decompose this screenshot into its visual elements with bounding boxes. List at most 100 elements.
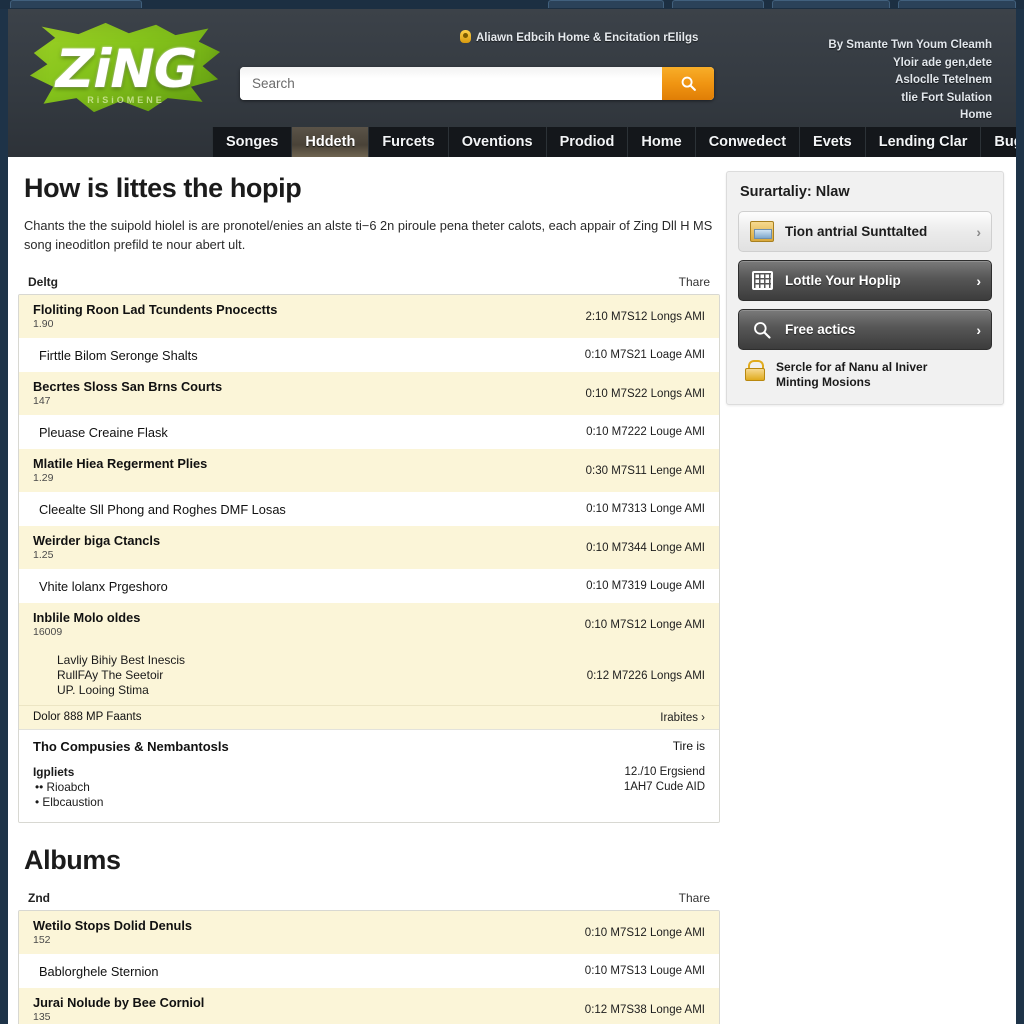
row-line: Lavliy Bihiy Best Inescis bbox=[57, 653, 186, 667]
songs-list-header-right: Thare bbox=[678, 275, 710, 289]
browser-tab[interactable] bbox=[548, 0, 664, 8]
albums-list-header-right: Thare bbox=[678, 891, 710, 905]
browser-tab[interactable] bbox=[772, 0, 890, 8]
nav-item-conwedect[interactable]: Conwedect bbox=[696, 127, 801, 157]
sidebar-button-free-actics[interactable]: Free actics › bbox=[738, 309, 992, 350]
sidebar-note-line-1: Sercle for af Nanu al Iniver bbox=[776, 360, 928, 374]
browser-tab[interactable] bbox=[672, 0, 764, 8]
sidebar-button-tion-antrial-sunttalted[interactable]: Tion antrial Sunttalted › bbox=[738, 211, 992, 252]
table-row-multiline[interactable]: Lavliy Bihiy Best Inescis RullFAy The Se… bbox=[19, 646, 719, 705]
row-title: Jurai Nolude by Bee Corniol bbox=[33, 995, 205, 1010]
nav-item-evets[interactable]: Evets bbox=[800, 127, 866, 157]
row-meta: 2:10 M7S12 Longs AMI bbox=[585, 310, 705, 323]
site-logo[interactable]: ZiNG RiSiOMENE bbox=[22, 15, 230, 123]
table-row[interactable]: Becrtes Sloss San Brns Courts 147 0:10 M… bbox=[19, 372, 719, 415]
table-row[interactable]: Vhite lolanx Prgeshoro 0:10 M7319 Louge … bbox=[19, 569, 719, 603]
albums-list-header: Znd Thare bbox=[18, 888, 720, 910]
songs-table: Floliting Roon Lad Tcundents Pnocectts 1… bbox=[18, 294, 720, 823]
table-row[interactable]: Bablorghele Sternion 0:10 M7S13 Louge AM… bbox=[19, 954, 719, 988]
row-line: RullFAy The Seetoir bbox=[57, 668, 164, 682]
footer-row-link[interactable]: Irabites › bbox=[660, 712, 705, 724]
content-area: How is littes the hopip Chants the the s… bbox=[8, 157, 1016, 1024]
comments-right-line: 12./10 Ergsiend bbox=[624, 766, 705, 778]
songs-table-footer-row[interactable]: Dolor 888 MP Faants Irabites › bbox=[19, 705, 719, 729]
table-row[interactable]: Weirder biga Ctancls 1.25 0:10 M7344 Lon… bbox=[19, 526, 719, 569]
nav-item-home[interactable]: Home bbox=[628, 127, 696, 157]
row-title: Firttle Bilom Seronge Shalts bbox=[39, 347, 198, 363]
nav-item-hddeth[interactable]: Hddeth bbox=[292, 127, 370, 157]
header-links: By Smante Twn Youm Cleamh Yloir ade gen,… bbox=[828, 37, 992, 125]
row-subtitle: 16009 bbox=[33, 626, 63, 638]
table-row[interactable]: Firttle Bilom Seronge Shalts 0:10 M7S21 … bbox=[19, 338, 719, 372]
table-row[interactable]: Inblile Molo oldes 16009 0:10 M7S12 Long… bbox=[19, 603, 719, 646]
nav-item-bughem[interactable]: Bughem bbox=[981, 127, 1016, 157]
row-meta: 0:10 M7319 Louge AMI bbox=[586, 580, 705, 592]
header-link-4[interactable]: Home bbox=[828, 107, 992, 125]
table-row[interactable]: Jurai Nolude by Bee Corniol 135 0:12 M7S… bbox=[19, 988, 719, 1024]
row-subtitle: 152 bbox=[33, 934, 51, 946]
header-link-0[interactable]: By Smante Twn Youm Cleamh bbox=[828, 37, 992, 55]
comments-header-right: Tire is bbox=[672, 739, 705, 753]
row-meta: 0:10 M7S12 Longe AMI bbox=[584, 618, 705, 631]
key-icon bbox=[460, 30, 471, 43]
footer-row-label: Dolor 888 MP Faants bbox=[33, 711, 142, 723]
row-title: Cleealte Sll Phong and Roghes DMF Losas bbox=[39, 501, 286, 517]
row-meta: 0:30 M7S11 Lenge AMI bbox=[585, 464, 705, 477]
comments-header-left: Tho Compusies & Nembantosls bbox=[33, 739, 229, 754]
row-meta: 0:10 M7222 Louge AMI bbox=[586, 426, 705, 438]
search-icon bbox=[681, 76, 696, 91]
logo-wordmark: ZiNG bbox=[55, 39, 197, 100]
table-row[interactable]: Floliting Roon Lad Tcundents Pnocectts 1… bbox=[19, 295, 719, 338]
table-row[interactable]: Mlatile Hiea Regerment Plies 1.29 0:30 M… bbox=[19, 449, 719, 492]
chevron-right-icon: › bbox=[976, 321, 981, 338]
header-link-3[interactable]: tlie Fort Sulation bbox=[828, 90, 992, 108]
row-meta: 0:10 M7344 Longe AMI bbox=[586, 541, 705, 554]
row-meta: 0:12 M7226 Longs AMI bbox=[586, 669, 705, 682]
nav-item-lending-clar[interactable]: Lending Clar bbox=[866, 127, 982, 157]
grid-icon bbox=[749, 269, 775, 293]
nav-item-prodiod[interactable]: Prodiod bbox=[547, 127, 629, 157]
table-row[interactable]: Wetilo Stops Dolid Denuls 152 0:10 M7S12… bbox=[19, 911, 719, 954]
sidebar-button-lottle-your-hoplip[interactable]: Lottle Your Hoplip › bbox=[738, 260, 992, 301]
sidebar-button-label: Free actics bbox=[785, 322, 856, 337]
nav-item-furcets[interactable]: Furcets bbox=[369, 127, 449, 157]
header-link-1[interactable]: Yloir ade gen,dete bbox=[828, 55, 992, 73]
photo-icon bbox=[749, 220, 775, 244]
header-link-2[interactable]: Asloclle Tetelnem bbox=[828, 72, 992, 90]
summary-title: Surartaliy: Nlaw bbox=[740, 184, 850, 200]
row-meta: 0:10 M7S22 Longs AMI bbox=[585, 387, 705, 400]
songs-list-header-left: Deltg bbox=[28, 275, 58, 289]
nav-item-songes[interactable]: Songes bbox=[212, 127, 293, 157]
row-title: Weirder biga Ctancls bbox=[33, 533, 161, 548]
summary-card: Surartaliy: Nlaw Tion antrial Sunttalted… bbox=[726, 171, 1004, 405]
main-nav: Songes Hddeth Furcets Oventions Prodiod … bbox=[212, 127, 1016, 157]
browser-tab[interactable] bbox=[10, 0, 142, 8]
row-title: Pleuase Creaine Flask bbox=[39, 424, 168, 440]
main-column: How is littes the hopip Chants the the s… bbox=[18, 171, 720, 1024]
comments-body: Igpliets •• Rioabch • Elbcaustion 12./10… bbox=[19, 761, 719, 822]
page-frame: ZiNG RiSiOMENE Aliawn Edbcih Home & Enci… bbox=[8, 9, 1016, 1024]
songs-list-block: Deltg Thare Floliting Roon Lad Tcundents… bbox=[18, 272, 720, 823]
albums-list-header-left: Znd bbox=[28, 891, 50, 905]
table-row[interactable]: Pleuase Creaine Flask 0:10 M7222 Louge A… bbox=[19, 415, 719, 449]
search-input[interactable] bbox=[240, 67, 662, 100]
row-title: Bablorghele Sternion bbox=[39, 963, 159, 979]
row-title: Becrtes Sloss San Brns Courts bbox=[33, 379, 223, 394]
site-header: ZiNG RiSiOMENE Aliawn Edbcih Home & Enci… bbox=[8, 9, 1016, 157]
row-subtitle: 1.90 bbox=[33, 318, 54, 330]
nav-item-oventions[interactable]: Oventions bbox=[449, 127, 547, 157]
table-row[interactable]: Cleealte Sll Phong and Roghes DMF Losas … bbox=[19, 492, 719, 526]
comments-right-line: 1AH7 Cude AID bbox=[623, 781, 705, 793]
search-bar[interactable] bbox=[240, 67, 714, 100]
sidebar-button-label: Lottle Your Hoplip bbox=[785, 273, 901, 288]
browser-tab[interactable] bbox=[898, 0, 1016, 8]
albums-title: Albums bbox=[24, 845, 121, 875]
header-announcement: Aliawn Edbcih Home & Encitation rElilgs bbox=[460, 30, 698, 44]
sidebar-secure-note: Sercle for af Nanu al Iniver Minting Mos… bbox=[738, 358, 992, 390]
search-button[interactable] bbox=[662, 67, 714, 100]
row-title: Inblile Molo oldes bbox=[33, 610, 141, 625]
row-meta: 0:10 M7S12 Longe AMI bbox=[584, 926, 705, 939]
row-subtitle: 147 bbox=[33, 395, 51, 407]
row-meta: 0:10 M7S21 Loage AMI bbox=[584, 349, 705, 361]
logo-tagline: RiSiOMENE bbox=[87, 95, 165, 105]
